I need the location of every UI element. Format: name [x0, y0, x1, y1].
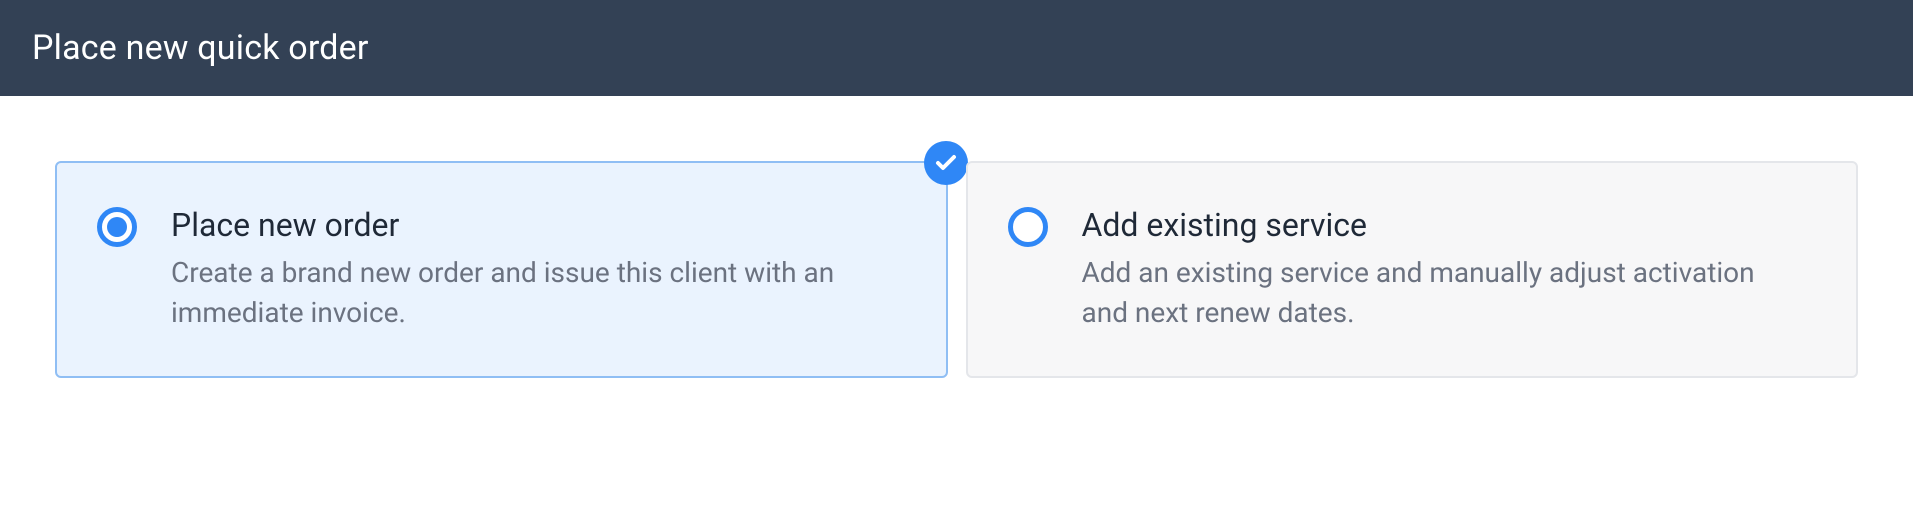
page-title: Place new quick order	[32, 28, 1881, 68]
options-container: Place new order Create a brand new order…	[0, 96, 1913, 418]
selected-check-badge	[924, 141, 968, 185]
option-text-block: Place new order Create a brand new order…	[171, 205, 898, 334]
option-title: Add existing service	[1082, 205, 1809, 247]
radio-unselected-icon	[1008, 207, 1048, 247]
option-description: Create a brand new order and issue this …	[171, 253, 898, 334]
option-title: Place new order	[171, 205, 898, 247]
option-place-new-order[interactable]: Place new order Create a brand new order…	[55, 161, 948, 378]
option-add-existing-service[interactable]: Add existing service Add an existing ser…	[966, 161, 1859, 378]
radio-selected-icon	[97, 207, 137, 247]
option-text-block: Add existing service Add an existing ser…	[1082, 205, 1809, 334]
radio-inner-dot	[107, 217, 127, 237]
option-description: Add an existing service and manually adj…	[1082, 253, 1809, 334]
page-header: Place new quick order	[0, 0, 1913, 96]
check-icon	[934, 151, 958, 175]
